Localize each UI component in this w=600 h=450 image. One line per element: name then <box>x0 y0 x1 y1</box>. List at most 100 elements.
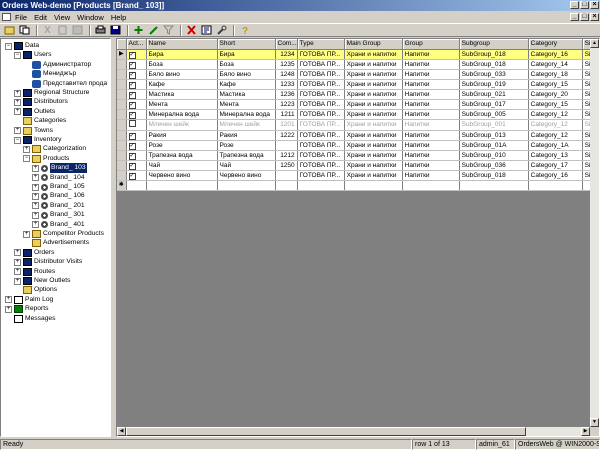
row-indicator[interactable]: ▶ <box>117 49 127 60</box>
row-indicator[interactable] <box>117 109 127 120</box>
column-header-active[interactable]: Act... <box>126 39 147 50</box>
cell-main-group[interactable]: Храни и напитки <box>344 140 403 151</box>
menu-help[interactable]: Help <box>111 13 126 22</box>
cell-subgroup[interactable]: SubGroup_018 <box>459 170 529 181</box>
paste-icon[interactable] <box>56 24 69 36</box>
tree-expander-icon[interactable]: − <box>14 51 21 59</box>
cell-code[interactable]: 1236 <box>275 89 298 100</box>
active-checkbox[interactable]: ✓ <box>128 61 136 68</box>
tree-expander-icon[interactable]: + <box>5 305 12 313</box>
cell-group[interactable]: Напитки <box>402 170 460 181</box>
cell-name[interactable]: Ракия <box>146 130 218 141</box>
cell-type[interactable]: ГОТОВА ПР... <box>297 59 345 70</box>
active-checkbox[interactable]: ✓ <box>128 142 136 149</box>
cell-type[interactable]: ГОТОВА ПР... <box>297 69 345 80</box>
active-checkbox[interactable]: ✓ <box>128 101 136 108</box>
child-restore-button[interactable]: □ <box>580 13 589 21</box>
table-row[interactable]: ✓ Мента Мента 1223 ГОТОВА ПР... Храни и напит… <box>117 99 599 110</box>
row-indicator[interactable] <box>117 160 127 171</box>
scroll-up-arrow-icon[interactable]: ▲ <box>590 39 599 48</box>
properties-icon[interactable] <box>200 24 213 36</box>
cell-type[interactable]: ГОТОВА ПР... <box>297 140 345 151</box>
copy-icon[interactable] <box>18 24 31 36</box>
cell-code[interactable]: 1248 <box>275 69 298 80</box>
cell-category[interactable]: Category_15 <box>528 99 583 110</box>
cell-category[interactable]: Category_14 <box>528 59 583 70</box>
cell-short[interactable]: Бяло вино <box>217 69 276 80</box>
cell-group[interactable]: Напитки <box>402 130 460 141</box>
tree-expander-icon[interactable]: + <box>32 174 39 182</box>
cell-main-group[interactable]: Храни и напитки <box>344 69 403 80</box>
tree-expander-icon[interactable]: + <box>32 164 39 172</box>
cell-active[interactable]: ✓ <box>126 160 147 171</box>
scroll-right-arrow-icon[interactable]: ▶ <box>581 427 590 436</box>
empty-cell[interactable] <box>146 180 218 191</box>
column-header-group[interactable]: Group <box>402 39 460 50</box>
cell-type[interactable]: ГОТОВА ПР... <box>297 79 345 90</box>
tree-expander-icon[interactable]: + <box>14 98 21 106</box>
cell-group[interactable]: Напитки <box>402 150 460 161</box>
active-checkbox[interactable]: ✓ <box>128 111 136 118</box>
scroll-down-arrow-icon[interactable]: ▼ <box>590 418 599 427</box>
close-button[interactable]: × <box>590 1 599 9</box>
cell-code[interactable] <box>275 170 298 181</box>
tools-icon[interactable] <box>215 24 228 36</box>
scroll-left-arrow-icon[interactable]: ◀ <box>117 427 126 436</box>
tree-expander-icon[interactable]: + <box>32 211 39 219</box>
row-indicator[interactable] <box>117 99 127 110</box>
cell-main-group[interactable]: Храни и напитки <box>344 130 403 141</box>
cell-name[interactable]: Млечен шейк <box>146 119 218 131</box>
table-row[interactable]: Млечен шейк Млечен шейк 1201 ГОТОВА ПР... Хр… <box>117 119 599 131</box>
cell-category[interactable]: Category_13 <box>528 150 583 161</box>
cell-active[interactable]: ✓ <box>126 170 147 181</box>
table-row[interactable]: ▶ ✓ Бира Бира 1234 ГОТОВА ПР... Храни и напитк… <box>117 49 599 60</box>
cell-main-group[interactable]: Храни и напитки <box>344 119 403 131</box>
cell-main-group[interactable]: Храни и напитки <box>344 99 403 110</box>
tree-expander-icon[interactable]: − <box>23 155 30 163</box>
cell-category[interactable]: Category_16 <box>528 49 583 60</box>
row-indicator[interactable] <box>117 119 127 131</box>
cell-code[interactable]: 1201 <box>275 119 298 131</box>
cell-subgroup[interactable]: SubGroup_010 <box>459 150 529 161</box>
cell-code[interactable]: 1250 <box>275 160 298 171</box>
child-minimize-button[interactable]: _ <box>570 13 579 21</box>
table-row[interactable]: ✓ Минерална вода Минерална вода 1211 ГОТОВА … <box>117 109 599 120</box>
cell-code[interactable]: 1211 <box>275 109 298 120</box>
cell-main-group[interactable]: Храни и напитки <box>344 160 403 171</box>
cell-code[interactable] <box>275 140 298 151</box>
tree-node-messages[interactable]: Messages <box>5 314 55 324</box>
empty-cell[interactable] <box>459 180 529 191</box>
navigation-tree[interactable]: − Data − Users Администратор Мениджър Представ… <box>0 38 111 437</box>
column-header-main-group[interactable]: Main Group <box>344 39 403 50</box>
menu-edit[interactable]: Edit <box>34 13 47 22</box>
cell-group[interactable]: Напитки <box>402 160 460 171</box>
tree-expander-icon[interactable]: + <box>32 192 39 200</box>
cell-main-group[interactable]: Храни и напитки <box>344 89 403 100</box>
cell-type[interactable]: ГОТОВА ПР... <box>297 49 345 60</box>
cell-name[interactable]: Мастика <box>146 89 218 100</box>
cell-category[interactable]: Category_17 <box>528 160 583 171</box>
row-indicator[interactable] <box>117 89 127 100</box>
row-indicator[interactable] <box>117 170 127 181</box>
cell-short[interactable]: Розе <box>217 140 276 151</box>
cell-subgroup[interactable]: SubGroup_005 <box>459 109 529 120</box>
row-indicator[interactable] <box>117 79 127 90</box>
app-icon[interactable] <box>2 13 11 21</box>
edit-icon[interactable] <box>147 24 160 36</box>
cell-category[interactable]: Category_16 <box>528 170 583 181</box>
cell-short[interactable]: Минерална вода <box>217 109 276 120</box>
cell-subgroup[interactable]: SubGroup_018 <box>459 49 529 60</box>
cell-subgroup[interactable]: SubGroup_01A <box>459 140 529 151</box>
empty-cell[interactable] <box>217 180 276 191</box>
tree-expander-icon[interactable]: + <box>23 230 30 238</box>
tree-expander-icon[interactable]: + <box>23 145 30 153</box>
cell-group[interactable]: Напитки <box>402 59 460 70</box>
new-record-row[interactable]: ✱ <box>117 180 599 191</box>
help-icon[interactable]: ? <box>238 24 251 36</box>
cell-code[interactable]: 1212 <box>275 150 298 161</box>
cell-category[interactable]: Category_15 <box>528 79 583 90</box>
empty-cell[interactable] <box>344 180 403 191</box>
cell-name[interactable]: Бяло вино <box>146 69 218 80</box>
print-icon[interactable] <box>94 24 107 36</box>
scroll-thumb[interactable] <box>126 427 526 436</box>
